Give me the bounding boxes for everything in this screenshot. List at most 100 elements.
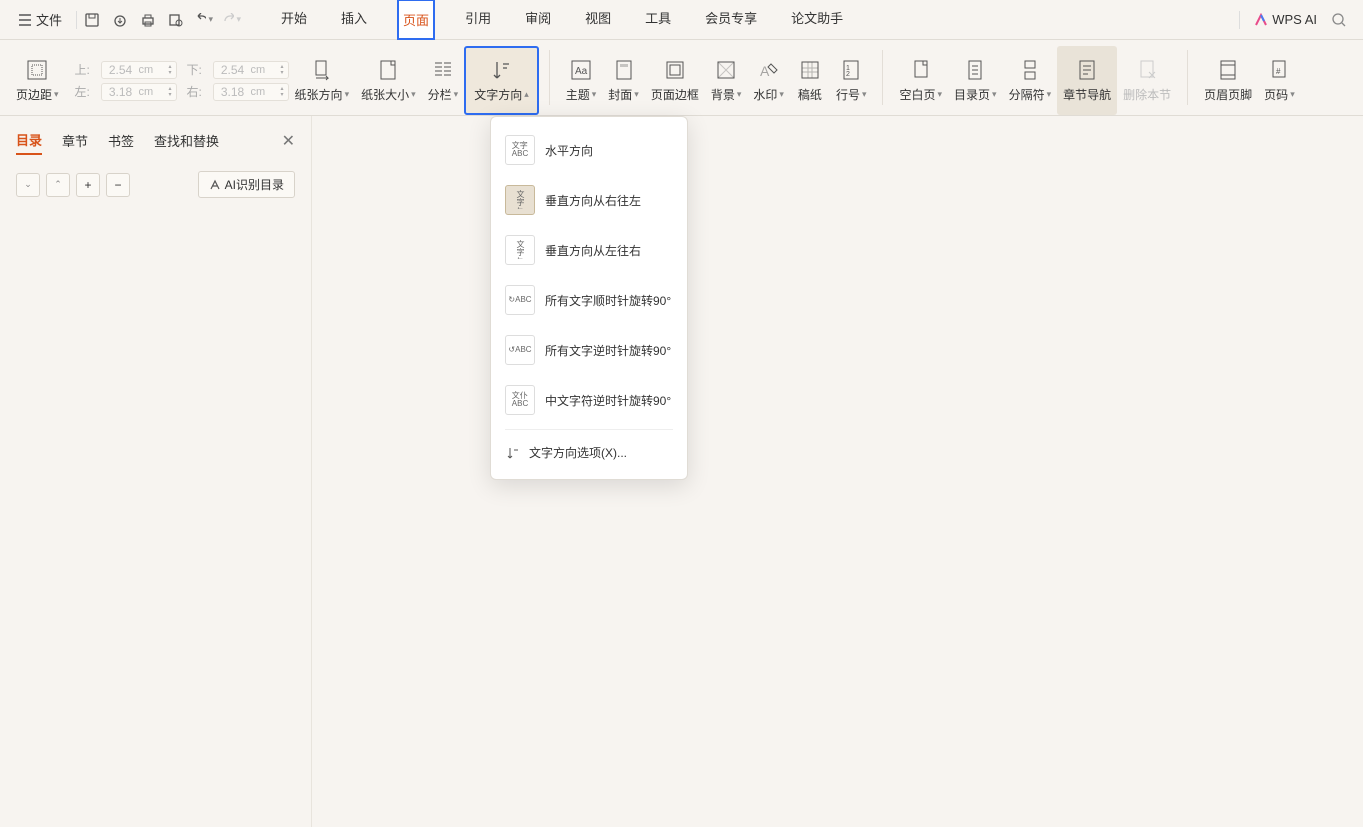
blank-page-label: 空白页: [899, 86, 935, 103]
margin-top-input[interactable]: cm▴▾: [101, 61, 177, 79]
line-number-icon: 12: [837, 58, 865, 82]
cloud-icon[interactable]: [111, 11, 129, 29]
file-menu-button[interactable]: 文件: [10, 6, 70, 33]
search-icon[interactable]: [1331, 12, 1347, 28]
tab-reference[interactable]: 引用: [461, 0, 495, 40]
cover-button[interactable]: 封面▾: [602, 46, 645, 115]
dropdown-item-horizontal[interactable]: 文字ABC 水平方向: [497, 125, 681, 175]
columns-button[interactable]: 分栏▾: [422, 46, 465, 115]
paper-orient-button[interactable]: 纸张方向▾: [289, 46, 356, 115]
sidebar-close-button[interactable]: ✕: [282, 131, 295, 151]
toc-page-icon: [961, 58, 989, 82]
page-border-button[interactable]: 页面边框: [645, 46, 705, 115]
columns-label: 分栏: [428, 86, 452, 103]
dropdown-item-vertical-rtl[interactable]: 文字↓ 垂直方向从右往左: [497, 175, 681, 225]
ribbon: 页边距▾ 上: cm▴▾ 左: cm▴▾ 下: cm▴▾ 右: cm▴▾ 纸张: [0, 40, 1363, 116]
tab-start[interactable]: 开始: [277, 0, 311, 40]
tab-page[interactable]: 页面: [397, 0, 435, 40]
tab-thesis[interactable]: 论文助手: [787, 0, 847, 40]
print-icon[interactable]: [139, 11, 157, 29]
header-footer-button[interactable]: 页眉页脚: [1198, 46, 1258, 115]
margin-inputs-right: 下: cm▴▾ 右: cm▴▾: [187, 61, 289, 101]
sidebar-tools: ⌄ ⌃ + − AI识别目录: [16, 171, 295, 198]
wps-ai-button[interactable]: WPS AI: [1254, 12, 1317, 27]
tab-view[interactable]: 视图: [581, 0, 615, 40]
text-direction-button[interactable]: 文字方向▴: [464, 46, 539, 115]
dropdown-item-rotate-cw[interactable]: ↻ABC 所有文字顺时针旋转90°: [497, 275, 681, 325]
chapter-nav-button[interactable]: 章节导航: [1057, 46, 1117, 115]
theme-label: 主题: [566, 86, 590, 103]
tab-insert[interactable]: 插入: [337, 0, 371, 40]
sidebar-tab-find[interactable]: 查找和替换: [154, 127, 219, 154]
page-number-button[interactable]: # 页码▾: [1258, 46, 1301, 115]
ai-icon: [209, 179, 221, 191]
print-preview-icon[interactable]: [167, 11, 185, 29]
text-direction-options-icon: [505, 446, 519, 460]
dropdown-item-label: 垂直方向从右往左: [545, 192, 641, 209]
margin-right-input[interactable]: cm▴▾: [213, 83, 289, 101]
file-menu-label: 文件: [36, 10, 62, 29]
vertical-rtl-icon: 文字↓: [505, 185, 535, 215]
sidebar-panel: 目录 章节 书签 查找和替换 ✕ ⌄ ⌃ + − AI识别目录: [0, 116, 312, 827]
text-direction-icon: [487, 58, 515, 82]
svg-text:2: 2: [846, 71, 850, 78]
stepper-icon[interactable]: ▴▾: [169, 86, 172, 98]
stepper-icon[interactable]: ▴▾: [281, 86, 284, 98]
page-number-label: 页码: [1264, 86, 1288, 103]
paper-size-button[interactable]: 纸张大小▾: [355, 46, 422, 115]
background-button[interactable]: 背景▾: [705, 46, 748, 115]
stepper-icon[interactable]: ▴▾: [169, 64, 172, 76]
separator-button[interactable]: 分隔符▾: [1003, 46, 1058, 115]
minus-icon: −: [114, 178, 121, 192]
quick-access-toolbar: ▾ ▾: [76, 11, 247, 29]
dropdown-item-label: 垂直方向从左往右: [545, 242, 641, 259]
dropdown-options-item[interactable]: 文字方向选项(X)...: [497, 434, 681, 471]
ribbon-tabs: 开始 插入 页面 引用 审阅 视图 工具 会员专享 论文助手: [277, 0, 847, 40]
sidebar-tab-chapter[interactable]: 章节: [62, 127, 88, 154]
dropdown-item-cn-ccw[interactable]: 文仆ABC 中文字符逆时针旋转90°: [497, 375, 681, 425]
expand-all-button[interactable]: ⌄: [16, 173, 40, 197]
horizontal-direction-icon: 文字ABC: [505, 135, 535, 165]
ai-recognize-toc-button[interactable]: AI识别目录: [198, 171, 295, 198]
tab-vip[interactable]: 会员专享: [701, 0, 761, 40]
manuscript-button[interactable]: 稿纸: [790, 46, 830, 115]
remove-button[interactable]: −: [106, 173, 130, 197]
vertical-ltr-icon: 文字↓: [505, 235, 535, 265]
margin-bottom-input[interactable]: cm▴▾: [213, 61, 289, 79]
margin-top-label: 上:: [75, 61, 95, 78]
paper-orient-icon: [308, 58, 336, 82]
delete-section-icon: [1133, 58, 1161, 82]
dropdown-item-vertical-ltr[interactable]: 文字↓ 垂直方向从左往右: [497, 225, 681, 275]
background-icon: [712, 58, 740, 82]
undo-icon[interactable]: ▾: [195, 11, 213, 29]
watermark-button[interactable]: A 水印▾: [747, 46, 790, 115]
delete-section-label: 删除本节: [1123, 86, 1171, 103]
theme-button[interactable]: Aa 主题▾: [560, 46, 603, 115]
margin-inputs: 上: cm▴▾ 左: cm▴▾: [75, 61, 177, 101]
sidebar-tab-bookmark[interactable]: 书签: [108, 127, 134, 154]
redo-icon[interactable]: ▾: [223, 11, 241, 29]
dropdown-item-label: 中文字符逆时针旋转90°: [545, 392, 671, 409]
line-number-label: 行号: [836, 86, 860, 103]
text-direction-label: 文字方向: [474, 86, 522, 103]
dropdown-item-rotate-ccw[interactable]: ↺ABC 所有文字逆时针旋转90°: [497, 325, 681, 375]
paper-orient-label: 纸张方向: [295, 86, 343, 103]
sidebar-tab-toc[interactable]: 目录: [16, 126, 42, 155]
stepper-icon[interactable]: ▴▾: [281, 64, 284, 76]
tab-review[interactable]: 审阅: [521, 0, 555, 40]
collapse-all-button[interactable]: ⌃: [46, 173, 70, 197]
rotate-ccw-icon: ↺ABC: [505, 335, 535, 365]
add-button[interactable]: +: [76, 173, 100, 197]
margin-left-input[interactable]: cm▴▾: [101, 83, 177, 101]
toc-page-button[interactable]: 目录页▾: [948, 46, 1003, 115]
hamburger-icon: [18, 13, 32, 27]
chevron-up-icon: ⌃: [54, 179, 62, 190]
page-margin-button[interactable]: 页边距▾: [10, 54, 65, 107]
page-border-label: 页面边框: [651, 86, 699, 103]
save-icon[interactable]: [83, 11, 101, 29]
margin-right-label: 右:: [187, 83, 207, 100]
line-number-button[interactable]: 12 行号▾: [830, 46, 873, 115]
blank-page-button[interactable]: 空白页▾: [893, 46, 948, 115]
margin-left-label: 左:: [75, 83, 95, 100]
tab-tools[interactable]: 工具: [641, 0, 675, 40]
